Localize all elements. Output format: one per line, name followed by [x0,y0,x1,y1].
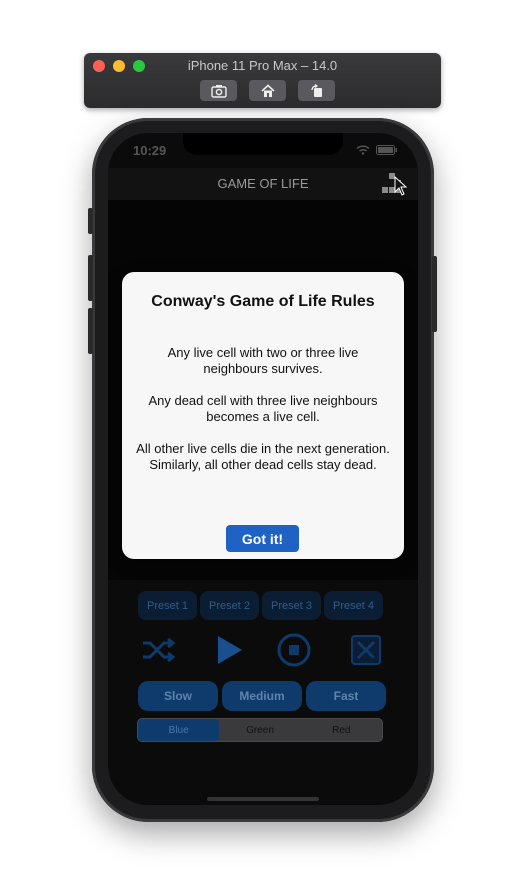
color-segmented-control: Blue Green Red [137,718,383,742]
shuffle-button[interactable] [138,630,178,670]
preset-2-button[interactable]: Preset 2 [200,591,259,620]
alert-title: Conway's Game of Life Rules [151,293,375,310]
rotate-icon [310,83,322,97]
simulator-title: iPhone 11 Pro Max – 14.0 [187,58,338,73]
volume-down-button [88,308,93,354]
preset-1-button[interactable]: Preset 1 [138,591,197,620]
simulator-stage: iPhone 11 Pro Max – 14.0 10:29 GAME OF L… [0,0,510,870]
clear-icon [351,635,381,665]
screenshot-icon [210,84,227,98]
screenshot-button[interactable] [200,80,237,101]
fast-button[interactable]: Fast [306,681,386,711]
home-button[interactable] [249,80,286,101]
power-button [432,256,437,332]
clear-button[interactable] [346,630,386,670]
simulator-toolbar: iPhone 11 Pro Max – 14.0 [84,53,441,108]
volume-up-button [88,255,93,301]
navigation-bar: GAME OF LIFE [108,168,418,200]
status-time: 10:29 [133,143,167,158]
status-icons [356,145,398,155]
preset-buttons: Preset 1 Preset 2 Preset 3 Preset 4 [138,591,383,620]
rotate-button[interactable] [298,80,335,101]
home-indicator [207,797,319,801]
play-icon [218,636,242,664]
mute-switch [88,208,93,234]
preset-4-button[interactable]: Preset 4 [324,591,383,620]
rule-survival: Any live cell with two or three live nei… [167,345,359,376]
page-title: GAME OF LIFE [217,176,309,191]
color-option-red[interactable]: Red [301,719,382,741]
color-option-green[interactable]: Green [219,719,300,741]
stop-icon [277,633,311,667]
rule-birth: Any dead cell with three live neighbours… [148,393,378,424]
shuffle-icon [143,637,176,663]
play-button[interactable] [208,630,248,670]
playback-controls [138,630,383,670]
color-option-blue[interactable]: Blue [138,719,220,741]
notch [183,133,343,155]
medium-button[interactable]: Medium [222,681,302,711]
got-it-button[interactable]: Got it! [226,525,299,552]
slow-button[interactable]: Slow [138,681,218,711]
home-icon [260,83,275,97]
preset-3-button[interactable]: Preset 3 [262,591,321,620]
battery-icon [376,145,397,155]
speed-buttons: Slow Medium Fast [138,681,386,711]
mouse-cursor-icon [394,176,408,196]
rule-death: All other live cells die in the next gen… [136,441,390,472]
alert-message: Any live cell with two or three live nei… [136,345,390,489]
rules-alert: Conway's Game of Life Rules Any live cel… [122,272,404,559]
wifi-icon [356,145,370,155]
stop-button[interactable] [274,630,314,670]
